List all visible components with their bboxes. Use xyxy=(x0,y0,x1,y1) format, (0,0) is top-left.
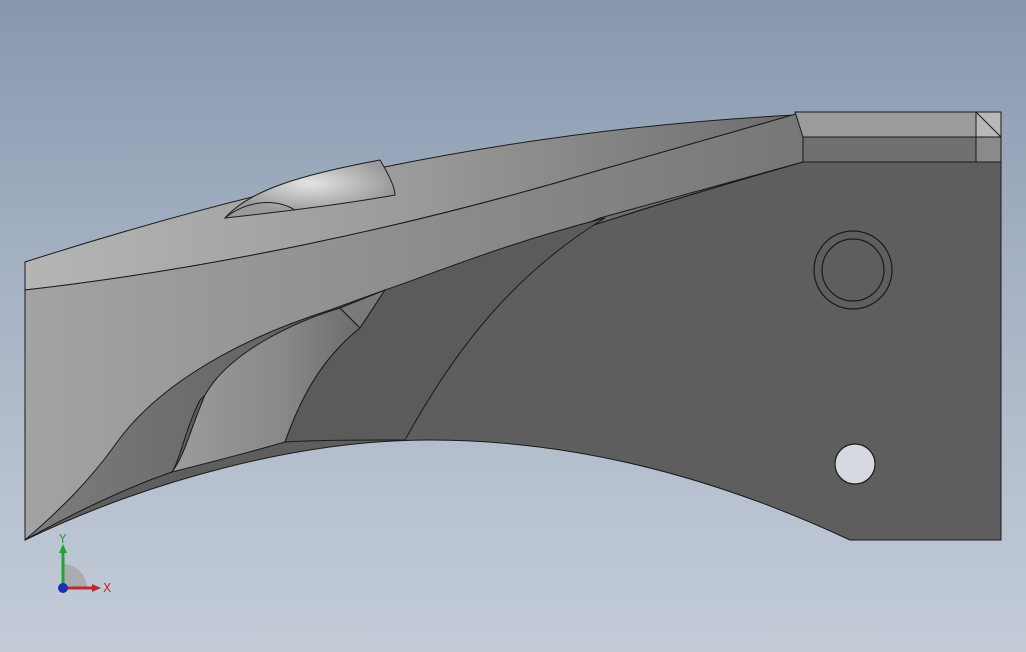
counterbore-inner[interactable] xyxy=(821,238,885,302)
coordinate-triad: Y X xyxy=(58,532,111,595)
x-axis-arrow-icon xyxy=(92,584,101,592)
top-block-face xyxy=(794,111,1002,138)
z-axis-icon xyxy=(58,583,68,593)
x-axis-label: X xyxy=(103,581,111,595)
top-block-chamfer-front xyxy=(975,136,1002,163)
top-block-front xyxy=(802,136,1002,163)
part-model[interactable] xyxy=(0,0,1026,652)
graphics-viewport[interactable]: Y X xyxy=(0,0,1026,652)
triad-arc xyxy=(63,564,87,588)
through-hole[interactable] xyxy=(834,443,876,485)
y-axis-label: Y xyxy=(58,532,67,546)
